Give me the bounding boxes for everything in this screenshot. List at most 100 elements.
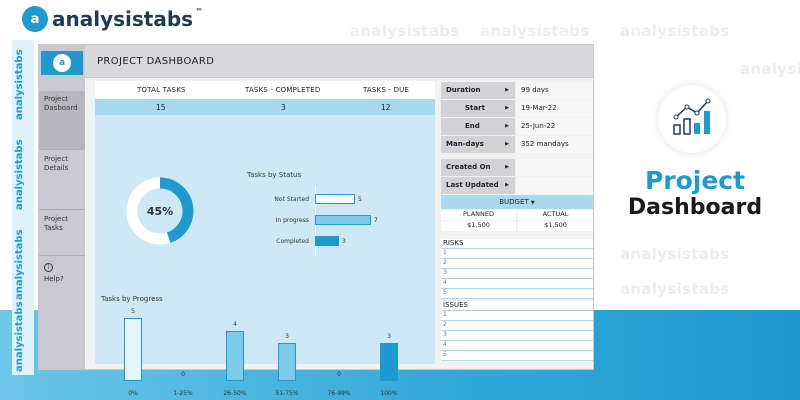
sidebar-item-label: Help? bbox=[44, 275, 64, 283]
title-bar: PROJECT DASHBOARD bbox=[85, 45, 593, 78]
promo-title-line1: Project bbox=[644, 166, 746, 195]
watermark: analysistabs bbox=[740, 60, 800, 78]
vertical-watermark: analysistabs bbox=[14, 301, 25, 372]
logo-badge-icon: a bbox=[22, 6, 48, 32]
status-category-label: Not Started bbox=[274, 196, 309, 203]
progress-category-label: 100% bbox=[380, 390, 398, 397]
issue-row[interactable]: 2 bbox=[441, 321, 593, 331]
info-row-mandays: Man-days ▶ 352 mandays bbox=[441, 136, 593, 153]
sidebar-divider bbox=[39, 255, 85, 256]
kpi-value-row: 15 3 12 bbox=[95, 99, 435, 115]
kpi-completed-label: TASKS - COMPLETED bbox=[245, 86, 321, 94]
watermark: analysistabs bbox=[620, 22, 730, 40]
progress-bar-value: 0 bbox=[181, 371, 185, 378]
info-key: Duration ▶ bbox=[441, 82, 515, 99]
progress-category-label: 51-75% bbox=[275, 390, 299, 397]
status-category-label: In progress bbox=[275, 217, 309, 224]
issue-row[interactable]: 5 bbox=[441, 351, 593, 361]
triangle-right-icon: ▶ bbox=[505, 105, 509, 111]
triangle-right-icon: ▶ bbox=[505, 164, 509, 170]
progress-chart-title: Tasks by Progress bbox=[101, 295, 163, 303]
info-key: Created On ▶ bbox=[441, 159, 515, 176]
progress-bar bbox=[380, 343, 398, 381]
info-value: 99 days bbox=[516, 82, 593, 99]
risk-row[interactable]: 1 bbox=[441, 249, 593, 259]
info-row-last-updated: Last Updated ▶ bbox=[441, 177, 593, 194]
info-value: 25-Jun-22 bbox=[516, 118, 593, 135]
vertical-watermark: analysistabs bbox=[14, 49, 25, 120]
budget-planned-value: $1,500 bbox=[441, 221, 516, 231]
info-key: Start ▶ bbox=[441, 100, 515, 117]
info-row-end: End ▶ 25-Jun-22 bbox=[441, 118, 593, 135]
dashboard-main-panel: TOTAL TASKS TASKS - COMPLETED TASKS - DU… bbox=[95, 81, 435, 397]
dashboard-window: a Project Dasboard Project Details Proje… bbox=[38, 44, 594, 397]
info-key: End ▶ bbox=[441, 118, 515, 135]
info-value[interactable] bbox=[516, 177, 593, 194]
kpi-header-row: TOTAL TASKS TASKS - COMPLETED TASKS - DU… bbox=[95, 81, 435, 99]
info-value: 352 mandays bbox=[516, 136, 593, 153]
promo-title-line2: Dashboard bbox=[627, 195, 763, 220]
donut-center-label: 45% bbox=[147, 205, 173, 218]
info-row-duration: Duration ▶ 99 days bbox=[441, 82, 593, 99]
risk-row[interactable]: 4 bbox=[441, 279, 593, 289]
status-chart-title: Tasks by Status bbox=[247, 171, 302, 179]
sidebar-item-project-dashboard[interactable]: Project Dasboard bbox=[39, 91, 85, 149]
issue-row[interactable]: 4 bbox=[441, 341, 593, 351]
progress-bar-value: 0 bbox=[337, 371, 341, 378]
issue-row[interactable]: 1 bbox=[441, 311, 593, 321]
sidebar-item-label: Project Dasboard bbox=[44, 95, 78, 112]
status-bar bbox=[315, 194, 355, 204]
triangle-right-icon: ▶ bbox=[505, 87, 509, 93]
status-category-label: Completed bbox=[276, 238, 309, 245]
sidebar-item-project-details[interactable]: Project Details bbox=[39, 151, 85, 209]
info-key: Man-days ▶ bbox=[441, 136, 515, 153]
progress-category-label: 26-50% bbox=[223, 390, 247, 397]
analytics-chart-icon bbox=[658, 85, 726, 153]
progress-bar-value: 3 bbox=[387, 333, 391, 341]
info-key: Last Updated ▶ bbox=[441, 177, 515, 194]
budget-header[interactable]: BUDGET ▼ bbox=[441, 195, 593, 209]
sidebar-item-label: Project Details bbox=[44, 155, 69, 172]
risk-row[interactable]: 3 bbox=[441, 269, 593, 279]
sidebar-item-label: Project Tasks bbox=[44, 215, 68, 232]
progress-category-label: 1-25% bbox=[173, 390, 193, 397]
status-bar-value: 3 bbox=[342, 238, 346, 245]
budget-planned-label: PLANNED bbox=[441, 210, 516, 220]
progress-bar-value: 3 bbox=[285, 333, 289, 341]
sidebar-logo[interactable]: a bbox=[41, 51, 83, 75]
risk-row[interactable]: 2 bbox=[441, 259, 593, 269]
info-icon: i bbox=[44, 263, 53, 272]
risks-header: RISKS bbox=[441, 239, 593, 249]
status-bar bbox=[315, 215, 371, 225]
triangle-right-icon: ▶ bbox=[505, 141, 509, 147]
sidebar-divider bbox=[39, 149, 85, 150]
info-value: 19-Mar-22 bbox=[516, 100, 593, 117]
watermark: analysistabs bbox=[620, 245, 730, 263]
risk-row[interactable]: 5 bbox=[441, 289, 593, 299]
vertical-watermark: analysistabs bbox=[14, 139, 25, 210]
vertical-watermark: analysistabs bbox=[14, 229, 25, 300]
brand-name: analysistabs ™ bbox=[52, 7, 204, 31]
progress-category-label: 0% bbox=[128, 390, 138, 397]
kpi-completed-value: 3 bbox=[281, 103, 286, 112]
issue-row[interactable]: 3 bbox=[441, 331, 593, 341]
info-value[interactable] bbox=[516, 159, 593, 176]
kpi-due-value: 12 bbox=[381, 103, 391, 112]
issues-header: ISSUES bbox=[441, 301, 593, 311]
watermark: analysistabs bbox=[350, 22, 460, 40]
status-bar-value: 7 bbox=[374, 217, 378, 224]
sidebar: a Project Dasboard Project Details Proje… bbox=[39, 45, 85, 369]
sidebar-item-help[interactable]: i Help? bbox=[39, 259, 85, 317]
completion-donut-chart: 45% bbox=[126, 177, 194, 245]
kpi-total-label: TOTAL TASKS bbox=[137, 86, 186, 94]
progress-bar-value: 5 bbox=[131, 308, 135, 315]
info-row-created-on: Created On ▶ bbox=[441, 159, 593, 176]
kpi-total-value: 15 bbox=[156, 103, 166, 112]
status-bar bbox=[315, 236, 339, 246]
sidebar-divider bbox=[39, 209, 85, 210]
logo-badge-icon: a bbox=[53, 54, 71, 72]
progress-bar bbox=[124, 318, 142, 381]
kpi-due-label: TASKS - DUE bbox=[363, 86, 410, 94]
info-row-start: Start ▶ 19-Mar-22 bbox=[441, 100, 593, 117]
watermark: analysistabs bbox=[620, 280, 730, 298]
